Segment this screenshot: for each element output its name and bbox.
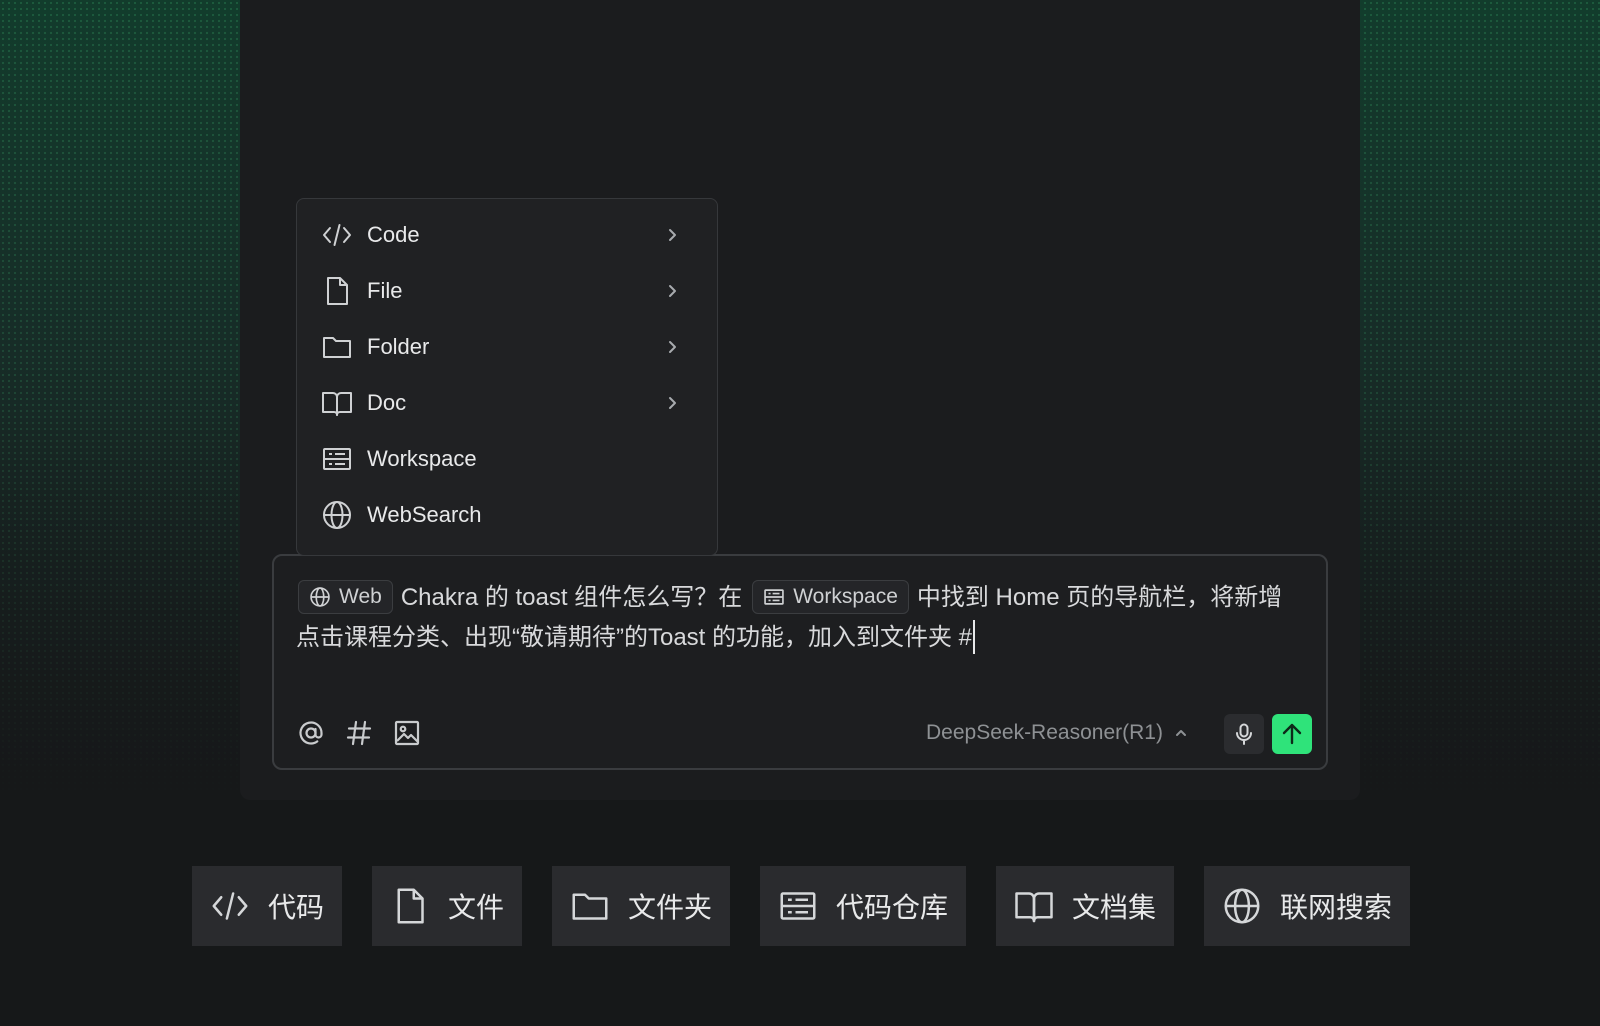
- chevron-right-icon: [663, 226, 681, 244]
- menu-item-label: WebSearch: [367, 502, 482, 527]
- menu-item-label: Workspace: [367, 446, 477, 471]
- code-icon: [321, 219, 353, 251]
- action-folder[interactable]: 文件夹: [552, 866, 730, 946]
- globe-icon: [321, 499, 353, 531]
- folder-icon: [570, 886, 610, 926]
- chevron-right-icon: [663, 338, 681, 356]
- web-chip[interactable]: Web: [298, 579, 393, 614]
- workspace-icon: [321, 443, 353, 475]
- text-caret: [973, 619, 976, 654]
- action-code[interactable]: 代码: [192, 866, 342, 946]
- web-chip-label: Web: [339, 584, 382, 608]
- menu-item-workspace[interactable]: Workspace: [297, 431, 717, 487]
- menu-item-label: Doc: [367, 390, 407, 415]
- chat-composer: Web Chakra 的 toast 组件怎么写？在 Workspace 中找到 Ho…: [272, 554, 1328, 770]
- menu-item-code[interactable]: Code: [297, 207, 717, 263]
- folder-icon: [321, 331, 353, 363]
- globe-icon: [1222, 886, 1262, 926]
- menu-item-label: Code: [367, 222, 420, 247]
- globe-icon: [309, 586, 331, 608]
- action-file[interactable]: 文件: [372, 866, 522, 946]
- quick-actions: 代码 文件 文件夹 代码仓库 文档集 联网搜索: [0, 866, 1600, 946]
- at-icon: [297, 719, 325, 747]
- action-label: 代码: [267, 892, 324, 923]
- hash-icon: [345, 719, 373, 747]
- action-docset[interactable]: 文档集: [996, 866, 1174, 946]
- hashtag-button[interactable]: [344, 718, 374, 748]
- action-label: 代码仓库: [835, 892, 948, 923]
- menu-item-websearch[interactable]: WebSearch: [297, 487, 717, 543]
- book-icon: [321, 387, 353, 419]
- action-label: 文件夹: [627, 892, 712, 923]
- file-icon: [321, 275, 353, 307]
- workspace-chip-label: Workspace: [793, 584, 898, 608]
- image-upload-button[interactable]: [392, 718, 422, 748]
- message-text-part1: Chakra 的 toast 组件怎么写？在: [400, 584, 743, 611]
- menu-item-doc[interactable]: Doc: [297, 375, 717, 431]
- action-websearch[interactable]: 联网搜索: [1204, 866, 1410, 946]
- workspace-icon: [778, 886, 818, 926]
- voice-input-button[interactable]: [1224, 714, 1264, 754]
- menu-item-folder[interactable]: Folder: [297, 319, 717, 375]
- image-icon: [393, 719, 421, 747]
- workspace-chip[interactable]: Workspace: [752, 579, 909, 614]
- file-icon: [390, 886, 430, 926]
- menu-item-label: Folder: [367, 334, 430, 359]
- mention-button[interactable]: [296, 718, 326, 748]
- menu-item-file[interactable]: File: [297, 263, 717, 319]
- microphone-icon: [1232, 722, 1256, 746]
- model-name: DeepSeek-Reasoner(R1): [926, 721, 1163, 744]
- code-icon: [210, 886, 250, 926]
- message-input[interactable]: Web Chakra 的 toast 组件怎么写？在 Workspace 中找到 Ho…: [296, 578, 1306, 658]
- menu-item-label: File: [367, 278, 403, 303]
- book-icon: [1014, 886, 1054, 926]
- arrow-up-icon: [1279, 721, 1305, 747]
- chevron-right-icon: [663, 282, 681, 300]
- action-label: 联网搜索: [1279, 892, 1392, 923]
- send-button[interactable]: [1272, 714, 1312, 754]
- action-label: 文档集: [1071, 892, 1156, 923]
- chevron-up-icon: [1173, 725, 1189, 741]
- model-selector[interactable]: DeepSeek-Reasoner(R1): [926, 716, 1189, 750]
- context-menu: Code File Folder Doc Workspace WebSearch: [296, 198, 718, 556]
- chevron-right-icon: [663, 394, 681, 412]
- workspace-icon: [763, 586, 785, 608]
- action-repository[interactable]: 代码仓库: [760, 866, 966, 946]
- action-label: 文件: [447, 892, 504, 923]
